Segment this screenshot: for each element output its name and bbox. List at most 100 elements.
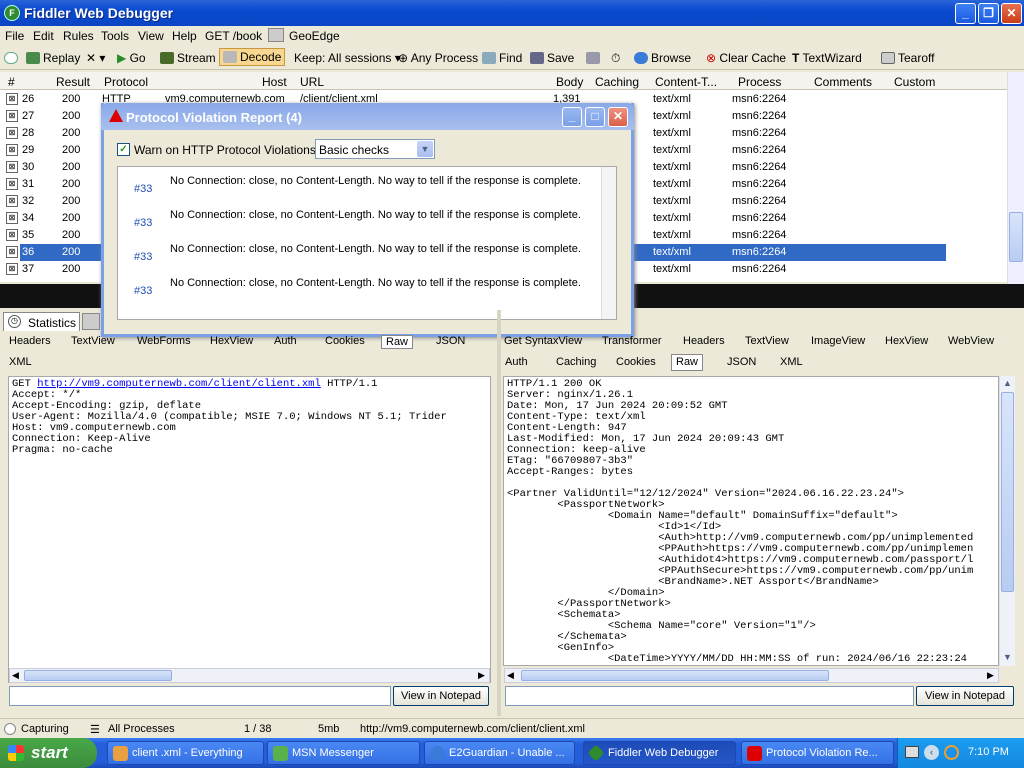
save-button[interactable]: Save xyxy=(530,51,574,65)
tab-raw[interactable]: Raw xyxy=(671,354,704,371)
request-horizontal-scrollbar[interactable]: ◀ ▶ xyxy=(9,668,490,683)
tab-raw[interactable]: Raw xyxy=(381,335,414,349)
col-comments[interactable]: Comments xyxy=(814,75,872,89)
col-custom[interactable]: Custom xyxy=(894,75,935,89)
scroll-right-icon[interactable]: ▶ xyxy=(478,670,485,681)
list-item[interactable]: #33 No Connection: close, no Content-Len… xyxy=(118,171,601,205)
tab-headers[interactable]: Headers xyxy=(683,335,725,347)
tab-statistics[interactable]: ◷ Statistics xyxy=(3,312,80,331)
menu-help[interactable]: Help xyxy=(172,29,197,43)
tab-transformer[interactable]: Transformer xyxy=(602,335,662,347)
scrollbar-thumb[interactable] xyxy=(521,670,829,681)
scroll-left-icon[interactable]: ◀ xyxy=(12,670,19,681)
menu-geoedge[interactable]: GeoEdge xyxy=(289,29,340,43)
menu-get-book[interactable]: GET /book xyxy=(205,29,262,43)
warn-violations-checkbox[interactable]: ✓ xyxy=(117,143,130,156)
clear-cache-button[interactable]: ⊗ Clear Cache xyxy=(706,51,786,65)
menu-rules[interactable]: Rules xyxy=(63,29,94,43)
search-icon[interactable] xyxy=(944,745,959,760)
tab-imageview[interactable]: ImageView xyxy=(811,335,865,347)
scroll-up-icon[interactable]: ▲ xyxy=(1003,378,1012,388)
minimize-button[interactable]: _ xyxy=(955,3,976,24)
tab-xml[interactable]: XML xyxy=(780,356,803,368)
tab-textview[interactable]: TextView xyxy=(745,335,789,347)
taskbar-item-everything[interactable]: client .xml - Everything xyxy=(107,741,264,765)
tab-auth[interactable]: Auth xyxy=(274,335,297,347)
keep-sessions-dropdown[interactable]: Keep: All sessions ▾ xyxy=(294,51,401,65)
scrollbar-thumb[interactable] xyxy=(24,670,172,681)
taskbar-item-fiddler[interactable]: Fiddler Web Debugger xyxy=(583,741,736,765)
remove-button[interactable]: ✕ ▾ xyxy=(86,51,105,65)
col-body[interactable]: Body xyxy=(556,75,583,89)
tearoff-button[interactable]: Tearoff xyxy=(881,51,934,65)
replay-button[interactable]: Replay xyxy=(26,51,80,65)
request-view-in-notepad-button[interactable]: View in Notepad xyxy=(393,686,489,706)
comment-icon[interactable] xyxy=(4,51,21,65)
checks-level-select[interactable]: Basic checks ▼ xyxy=(315,139,435,159)
menu-file[interactable]: File xyxy=(5,29,24,43)
dialog-close-button[interactable]: ✕ xyxy=(608,107,628,127)
tab-cookies[interactable]: Cookies xyxy=(325,335,365,347)
taskbar-item-e2guardian[interactable]: E2Guardian - Unable ... xyxy=(424,741,575,765)
response-view-in-notepad-button[interactable]: View in Notepad xyxy=(916,686,1014,706)
start-button[interactable]: start xyxy=(0,738,97,768)
scroll-down-icon[interactable]: ▼ xyxy=(1003,652,1012,662)
clock[interactable]: 7:10 PM xyxy=(968,746,1009,758)
find-button[interactable]: Find xyxy=(482,51,522,65)
capturing-icon[interactable] xyxy=(4,723,16,735)
tab-json[interactable]: JSON xyxy=(436,335,465,347)
scroll-left-icon[interactable]: ◀ xyxy=(507,670,514,681)
tab-headers[interactable]: Headers xyxy=(9,335,51,347)
process-filter-status[interactable]: All Processes xyxy=(108,723,175,735)
textwizard-button[interactable]: T TextWizard xyxy=(792,51,862,65)
menu-tools[interactable]: Tools xyxy=(101,29,129,43)
col-content-type[interactable]: Content-T... xyxy=(655,75,717,89)
dialog-minimize-button[interactable]: _ xyxy=(562,107,582,127)
chevron-left-icon[interactable]: ‹ xyxy=(924,745,939,760)
tab-json[interactable]: JSON xyxy=(727,356,756,368)
col-process[interactable]: Process xyxy=(738,75,781,89)
go-button[interactable]: ▶ Go xyxy=(117,51,146,65)
col-protocol[interactable]: Protocol xyxy=(104,75,148,89)
close-button[interactable]: ✕ xyxy=(1001,3,1022,24)
response-vertical-scrollbar[interactable]: ▲ ▼ xyxy=(999,376,1015,666)
list-item[interactable]: #33 No Connection: close, no Content-Len… xyxy=(118,239,601,273)
tab-get-syntaxview[interactable]: Get SyntaxView xyxy=(504,335,582,347)
request-raw-pane[interactable]: GET http://vm9.computernewb.com/client/c… xyxy=(8,376,491,683)
taskbar-item-protocol-violation[interactable]: Protocol Violation Re... xyxy=(741,741,894,765)
tab-auth[interactable]: Auth xyxy=(505,356,528,368)
tab-textview[interactable]: TextView xyxy=(71,335,115,347)
menu-edit[interactable]: Edit xyxy=(33,29,54,43)
request-quickexec-input[interactable] xyxy=(9,686,391,706)
col-result[interactable]: Result xyxy=(56,75,90,89)
scroll-right-icon[interactable]: ▶ xyxy=(987,670,994,681)
browse-button[interactable]: Browse xyxy=(634,51,691,65)
stream-button[interactable]: Stream xyxy=(160,51,216,65)
screenshot-icon[interactable] xyxy=(586,51,603,65)
sessions-vertical-scrollbar[interactable] xyxy=(1007,72,1024,284)
timer-icon[interactable]: ⏱ xyxy=(611,51,620,66)
tab-caching[interactable]: Caching xyxy=(556,356,596,368)
violations-scrollbar[interactable] xyxy=(601,167,616,319)
dialog-maximize-button[interactable]: □ xyxy=(585,107,605,127)
scrollbar-thumb[interactable] xyxy=(1001,392,1014,592)
response-horizontal-scrollbar[interactable]: ◀ ▶ xyxy=(504,668,999,683)
chevron-down-icon[interactable]: ▼ xyxy=(417,141,433,157)
inspectors-tab-icon[interactable] xyxy=(82,313,100,330)
taskbar-item-msn[interactable]: MSN Messenger xyxy=(267,741,420,765)
tab-cookies[interactable]: Cookies xyxy=(616,356,656,368)
maximize-button[interactable]: ❐ xyxy=(978,3,999,24)
tab-webforms[interactable]: WebForms xyxy=(137,335,191,347)
keyboard-icon[interactable] xyxy=(905,746,919,758)
list-item[interactable]: #33 No Connection: close, no Content-Len… xyxy=(118,273,601,307)
menu-view[interactable]: View xyxy=(138,29,164,43)
scrollbar-thumb[interactable] xyxy=(1009,212,1023,262)
any-process-button[interactable]: ⊕ Any Process xyxy=(398,51,478,65)
tab-hexview[interactable]: HexView xyxy=(885,335,928,347)
response-raw-pane[interactable]: HTTP/1.1 200 OK Server: nginx/1.26.1 Date:… xyxy=(503,376,999,666)
capturing-status[interactable]: Capturing xyxy=(21,723,69,735)
decode-button[interactable]: Decode xyxy=(219,48,286,66)
tab-xml[interactable]: XML xyxy=(9,356,32,368)
vertical-splitter[interactable] xyxy=(497,310,501,716)
response-quickexec-input[interactable] xyxy=(505,686,914,706)
